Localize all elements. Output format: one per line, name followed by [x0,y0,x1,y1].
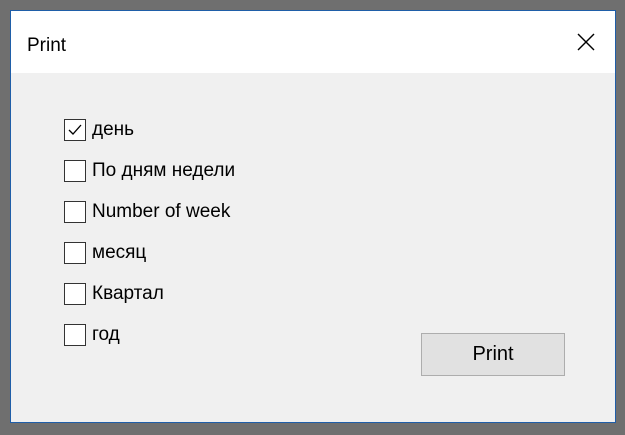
option-year[interactable]: год [64,320,324,361]
checkbox[interactable] [64,160,86,182]
print-dialog: Print день По дням недели Number of week [10,10,616,423]
checkbox[interactable] [64,324,86,346]
dialog-title: Print [27,35,67,56]
option-by-weekday[interactable]: По дням недели [64,156,324,197]
option-label: По дням недели [92,160,236,181]
option-label: Квартал [92,283,164,304]
option-label: день [92,119,135,140]
title-bar: Print [11,11,615,73]
checkbox[interactable] [64,119,86,141]
option-label: Number of week [92,201,231,222]
option-label: месяц [92,242,147,263]
checkbox[interactable] [64,201,86,223]
checkbox[interactable] [64,242,86,264]
option-label: год [92,324,120,345]
option-quarter[interactable]: Квартал [64,279,324,320]
period-options: день По дням недели Number of week месяц… [64,115,324,361]
close-icon [577,33,595,51]
checkbox[interactable] [64,283,86,305]
option-day[interactable]: день [64,115,324,156]
checkmark-icon [68,124,82,135]
close-button[interactable] [557,11,615,73]
option-month[interactable]: месяц [64,238,324,279]
print-button[interactable]: Print [421,333,565,376]
option-week-number[interactable]: Number of week [64,197,324,238]
